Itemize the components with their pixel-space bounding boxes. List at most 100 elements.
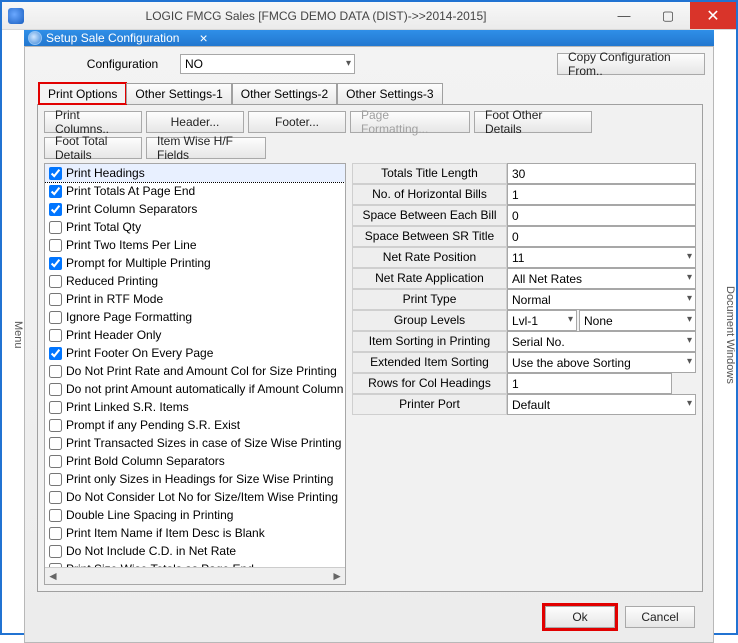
- check-item[interactable]: Print Transacted Sizes in case of Size W…: [45, 434, 345, 452]
- document-tab-close-icon[interactable]: ×: [193, 30, 213, 46]
- check-item[interactable]: Prompt for Multiple Printing: [45, 254, 345, 272]
- cancel-button[interactable]: Cancel: [625, 606, 695, 628]
- check-item-label: Prompt if any Pending S.R. Exist: [66, 418, 240, 432]
- check-item[interactable]: Double Line Spacing in Printing: [45, 506, 345, 524]
- space-each-bill-label: Space Between Each Bill: [352, 205, 507, 226]
- net-rate-position-combo[interactable]: 11▾: [507, 247, 696, 268]
- chevron-down-icon: ▾: [687, 314, 692, 325]
- minimize-button[interactable]: —: [602, 2, 646, 29]
- chevron-down-icon: ▾: [687, 293, 692, 304]
- configuration-value: NO: [185, 57, 203, 71]
- print-type-combo[interactable]: Normal▾: [507, 289, 696, 310]
- check-item-label: Print Item Name if Item Desc is Blank: [66, 526, 265, 540]
- check-item-label: Print Two Items Per Line: [66, 238, 197, 252]
- group-levels-combo-2[interactable]: None▾: [579, 310, 696, 331]
- ok-button[interactable]: Ok: [545, 606, 615, 628]
- check-item-checkbox[interactable]: [49, 545, 62, 558]
- item-wise-hf-fields-button[interactable]: Item Wise H/F Fields: [146, 137, 266, 159]
- window-controls: — ▢ ✕: [602, 2, 736, 29]
- check-item[interactable]: Print Two Items Per Line: [45, 236, 345, 254]
- check-item-checkbox[interactable]: [49, 167, 62, 180]
- check-item[interactable]: Reduced Printing: [45, 272, 345, 290]
- check-item[interactable]: Do Not Print Rate and Amount Col for Siz…: [45, 362, 345, 380]
- check-item-checkbox[interactable]: [49, 293, 62, 306]
- check-item-label: Ignore Page Formatting: [66, 310, 192, 324]
- group-levels-combo-1[interactable]: Lvl-1▾: [507, 310, 577, 331]
- check-item-checkbox[interactable]: [49, 509, 62, 522]
- check-item[interactable]: Print Linked S.R. Items: [45, 398, 345, 416]
- check-item[interactable]: Print only Sizes in Headings for Size Wi…: [45, 470, 345, 488]
- tab-other-settings-1[interactable]: Other Settings-1: [126, 83, 231, 104]
- check-item-checkbox[interactable]: [49, 239, 62, 252]
- space-each-bill-input[interactable]: [507, 205, 696, 226]
- extended-item-sorting-label: Extended Item Sorting: [352, 352, 507, 373]
- check-item-checkbox[interactable]: [49, 491, 62, 504]
- totals-title-length-input[interactable]: [507, 163, 696, 184]
- copy-configuration-button[interactable]: Copy Configuration From..: [557, 53, 705, 75]
- check-item-checkbox[interactable]: [49, 347, 62, 360]
- item-sorting-combo[interactable]: Serial No.▾: [507, 331, 696, 352]
- check-item-checkbox[interactable]: [49, 401, 62, 414]
- tab-other-settings-3[interactable]: Other Settings-3: [337, 83, 442, 104]
- foot-other-details-button[interactable]: Foot Other Details: [474, 111, 592, 133]
- check-item-label: Print Transacted Sizes in case of Size W…: [66, 436, 341, 450]
- side-tab-document-windows[interactable]: Document Windows: [714, 30, 736, 633]
- check-item-checkbox[interactable]: [49, 329, 62, 342]
- net-rate-application-combo[interactable]: All Net Rates▾: [507, 268, 696, 289]
- check-item-checkbox[interactable]: [49, 221, 62, 234]
- tab-print-options[interactable]: Print Options: [39, 83, 126, 104]
- check-item[interactable]: Print Totals At Page End: [45, 182, 345, 200]
- check-item[interactable]: Print Bold Column Separators: [45, 452, 345, 470]
- check-item-label: Print Total Qty: [66, 220, 141, 234]
- footer-button[interactable]: Footer...: [248, 111, 346, 133]
- check-item-checkbox[interactable]: [49, 275, 62, 288]
- header-button[interactable]: Header...: [146, 111, 244, 133]
- check-item-checkbox[interactable]: [49, 203, 62, 216]
- check-item-checkbox[interactable]: [49, 311, 62, 324]
- check-item-checkbox[interactable]: [49, 419, 62, 432]
- check-item[interactable]: Do Not Include C.D. in Net Rate: [45, 542, 345, 560]
- check-item[interactable]: Prompt if any Pending S.R. Exist: [45, 416, 345, 434]
- tab-other-settings-2[interactable]: Other Settings-2: [232, 83, 337, 104]
- rows-col-headings-input[interactable]: [507, 373, 672, 394]
- check-item[interactable]: Print Header Only: [45, 326, 345, 344]
- check-item-checkbox[interactable]: [49, 473, 62, 486]
- printer-port-combo[interactable]: Default▾: [507, 394, 696, 415]
- check-item[interactable]: Do not print Amount automatically if Amo…: [45, 380, 345, 398]
- check-item-checkbox[interactable]: [49, 455, 62, 468]
- maximize-button[interactable]: ▢: [646, 2, 690, 29]
- check-item-label: Print Totals At Page End: [66, 184, 195, 198]
- rows-col-headings-label: Rows for Col Headings: [352, 373, 507, 394]
- horizontal-bills-input[interactable]: [507, 184, 696, 205]
- check-item[interactable]: Print Item Name if Item Desc is Blank: [45, 524, 345, 542]
- check-item[interactable]: Do Not Consider Lot No for Size/Item Wis…: [45, 488, 345, 506]
- print-options-checklist[interactable]: Print Headings Print Totals At Page End Pr…: [44, 163, 346, 585]
- space-sr-title-input[interactable]: [507, 226, 696, 247]
- check-item-label: Print Header Only: [66, 328, 161, 342]
- check-item[interactable]: Print Footer On Every Page: [45, 344, 345, 362]
- check-item-checkbox[interactable]: [49, 437, 62, 450]
- check-item-label: Double Line Spacing in Printing: [66, 508, 233, 522]
- group-levels-label: Group Levels: [352, 310, 507, 331]
- check-item-checkbox[interactable]: [49, 185, 62, 198]
- print-columns-button[interactable]: Print Columns..: [44, 111, 142, 133]
- configuration-combo[interactable]: NO ▾: [180, 54, 355, 74]
- extended-item-sorting-combo[interactable]: Use the above Sorting▾: [507, 352, 696, 373]
- check-item[interactable]: Ignore Page Formatting: [45, 308, 345, 326]
- chevron-down-icon: ▾: [568, 314, 573, 325]
- side-tab-menu[interactable]: Menu: [2, 30, 24, 633]
- check-item-checkbox[interactable]: [49, 383, 62, 396]
- foot-total-details-button[interactable]: Foot Total Details: [44, 137, 142, 159]
- configuration-label: Configuration: [75, 57, 170, 71]
- document-tab-title[interactable]: Setup Sale Configuration: [46, 31, 179, 45]
- horizontal-scrollbar[interactable]: ◄►: [45, 567, 345, 584]
- check-item[interactable]: Print Column Separators: [45, 200, 345, 218]
- check-item-checkbox[interactable]: [49, 527, 62, 540]
- check-item[interactable]: Print Total Qty: [45, 218, 345, 236]
- check-item-checkbox[interactable]: [49, 365, 62, 378]
- check-item[interactable]: Print in RTF Mode: [45, 290, 345, 308]
- check-item-checkbox[interactable]: [49, 257, 62, 270]
- close-button[interactable]: ✕: [690, 2, 736, 29]
- check-item[interactable]: Print Headings: [45, 164, 345, 182]
- page-formatting-button[interactable]: Page Formatting...: [350, 111, 470, 133]
